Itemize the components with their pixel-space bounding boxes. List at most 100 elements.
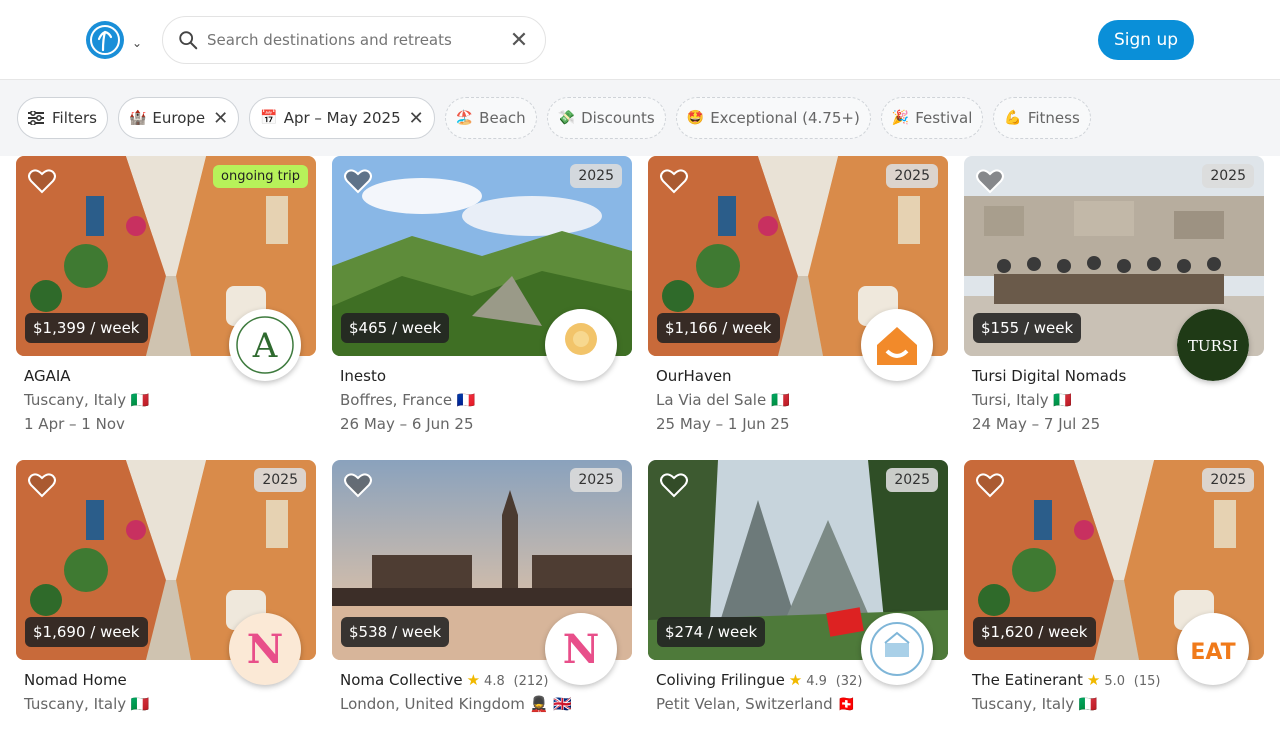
heart-icon[interactable] (28, 168, 56, 194)
title-text: Inesto (340, 367, 387, 385)
retreat-title[interactable]: The Eatinerant ★ 5.0 (15) (972, 671, 1160, 689)
retreat-title[interactable]: Nomad Home (24, 671, 127, 689)
suggested-chip-fitness[interactable]: 💪 Fitness (993, 97, 1091, 139)
muscle-icon: 💪 (1004, 110, 1022, 126)
retreat-card[interactable]: 2025 $274 / week Coliving Frilingue ★ 4.9 … (648, 460, 948, 740)
review-count: (212) (513, 674, 549, 689)
host-logo[interactable] (545, 309, 617, 381)
host-logo[interactable] (861, 613, 933, 685)
star-eyes-icon: 🤩 (686, 110, 705, 126)
heart-icon[interactable] (28, 472, 56, 498)
star-icon: ★ (1086, 671, 1101, 689)
search-bar[interactable]: ✕ (162, 16, 546, 64)
suggested-chip-discounts[interactable]: 💸 Discounts (546, 97, 666, 139)
host-logo[interactable]: TURSI (1177, 309, 1249, 381)
palm-tree-logo-icon[interactable] (86, 21, 124, 59)
price-badge: $1,166 / week (657, 313, 780, 343)
title-text: OurHaven (656, 367, 732, 385)
retreat-location: Tuscany, Italy 🇮🇹 (972, 695, 1098, 713)
retreat-location: Tuscany, Italy 🇮🇹 (24, 695, 150, 713)
retreat-title[interactable]: AGAIA (24, 367, 71, 385)
retreat-title[interactable]: Noma Collective ★ 4.8 (212) (340, 671, 548, 689)
suggested-chip-beach[interactable]: 🏖️ Beach (444, 97, 537, 139)
filter-chip-europe[interactable]: 🏰 Europe ✕ (117, 97, 240, 139)
heart-icon[interactable] (660, 472, 688, 498)
title-text: Coliving Frilingue (656, 671, 785, 689)
host-logo[interactable]: N (229, 613, 301, 685)
year-badge: 2025 (1202, 468, 1254, 492)
price-badge: $1,690 / week (25, 617, 148, 647)
retreat-card[interactable]: 2025 $538 / week N Noma Collective ★ 4.8 (… (332, 460, 632, 740)
year-badge: 2025 (1202, 164, 1254, 188)
retreat-title[interactable]: OurHaven (656, 367, 732, 385)
year-badge: 2025 (570, 164, 622, 188)
retreat-card[interactable]: 2025 $1,166 / week OurHaven La Via del S… (648, 156, 948, 436)
chip-label: Europe (152, 109, 206, 127)
retreat-title[interactable]: Coliving Frilingue ★ 4.9 (32) (656, 671, 862, 689)
retreat-card[interactable]: 2025 $155 / week TURSI Tursi Digital Nom… (964, 156, 1264, 436)
heart-icon[interactable] (976, 168, 1004, 194)
search-input[interactable] (207, 31, 507, 49)
title-text: AGAIA (24, 367, 71, 385)
retreat-location: La Via del Sale 🇮🇹 (656, 391, 790, 409)
host-logo[interactable]: EAT (1177, 613, 1249, 685)
chip-label: Apr – May 2025 (283, 109, 401, 127)
ongoing-badge: ongoing trip (213, 165, 308, 188)
chip-label: Beach (479, 109, 526, 127)
party-icon: 🎉 (891, 110, 910, 126)
heart-icon[interactable] (660, 168, 688, 194)
chevron-down-icon[interactable]: ⌄ (132, 36, 142, 50)
suggested-chip-festival[interactable]: 🎉 Festival (880, 97, 984, 139)
rating: 5.0 (1104, 674, 1126, 689)
price-badge: $465 / week (341, 313, 450, 343)
top-navbar: ⌄ ✕ Sign up (0, 0, 1280, 80)
remove-filter-icon[interactable]: ✕ (409, 108, 424, 129)
star-icon: ★ (466, 671, 481, 689)
heart-icon[interactable] (976, 472, 1004, 498)
review-count: (32) (835, 674, 863, 689)
star-icon: ★ (788, 671, 803, 689)
remove-filter-icon[interactable]: ✕ (213, 108, 228, 129)
retreat-card[interactable]: ongoing trip $1,399 / week A AGAIA Tusca… (16, 156, 316, 436)
retreat-title[interactable]: Tursi Digital Nomads (972, 367, 1126, 385)
search-icon (179, 31, 198, 50)
retreat-location: Tuscany, Italy 🇮🇹 (24, 391, 150, 409)
suggested-chip-exceptional[interactable]: 🤩 Exceptional (4.75+) (675, 97, 871, 139)
retreat-card[interactable]: 2025 $1,620 / week EAT The Eatinerant ★ 5.… (964, 460, 1264, 740)
title-text: The Eatinerant (972, 671, 1083, 689)
beach-icon: 🏖️ (455, 110, 474, 126)
filters-button[interactable]: Filters (17, 97, 108, 139)
price-badge: $155 / week (973, 313, 1082, 343)
review-count: (15) (1133, 674, 1161, 689)
rating: 4.9 (806, 674, 827, 689)
chip-label: Fitness (1027, 109, 1080, 127)
retreat-location: London, United Kingdom 💂 🇬🇧 (340, 695, 572, 713)
retreat-dates: 25 May – 1 Jun 25 (656, 415, 790, 433)
svg-text:TURSI: TURSI (1188, 337, 1238, 355)
retreat-card[interactable]: 2025 $465 / week Inesto Boffres, France … (332, 156, 632, 436)
year-badge: 2025 (886, 468, 938, 492)
host-logo[interactable] (861, 309, 933, 381)
rating: 4.8 (484, 674, 505, 689)
signup-button[interactable]: Sign up (1098, 20, 1194, 60)
heart-icon[interactable] (344, 168, 372, 194)
filters-label: Filters (52, 109, 97, 127)
year-badge: 2025 (254, 468, 306, 492)
svg-text:N: N (247, 626, 284, 673)
price-badge: $274 / week (657, 617, 766, 647)
chip-label: Festival (915, 109, 973, 127)
retreat-title[interactable]: Inesto (340, 367, 386, 385)
filter-chip-dates[interactable]: 📅 Apr – May 2025 ✕ (249, 97, 435, 139)
filters-icon (28, 111, 44, 125)
castle-icon: 🏰 (128, 110, 147, 126)
clear-search-icon[interactable]: ✕ (507, 28, 531, 53)
retreat-card[interactable]: 2025 $1,690 / week N Nomad Home Tuscany,… (16, 460, 316, 740)
title-text: Noma Collective (340, 671, 463, 689)
host-logo[interactable]: A (229, 309, 301, 381)
year-badge: 2025 (570, 468, 622, 492)
heart-icon[interactable] (344, 472, 372, 498)
title-text: Nomad Home (24, 671, 127, 689)
host-logo[interactable]: N (545, 613, 617, 685)
year-badge: 2025 (886, 164, 938, 188)
retreat-location: Boffres, France 🇫🇷 (340, 391, 476, 409)
